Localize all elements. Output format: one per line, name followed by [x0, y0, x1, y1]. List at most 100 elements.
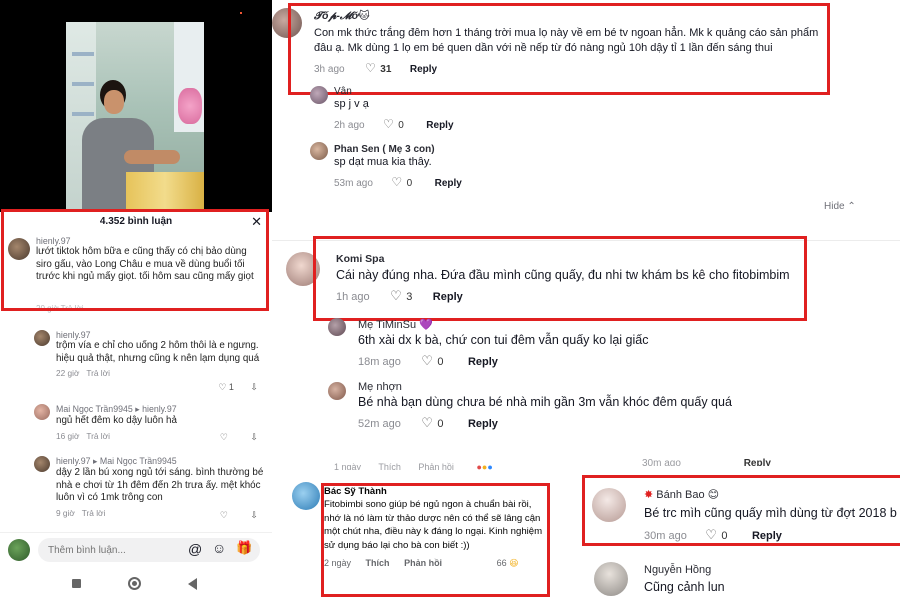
heart-icon[interactable]: ♡	[391, 175, 402, 189]
right-panel: 30m ago Reply ✸ Bánh Bao 😊 Bé trc mìh cũ…	[580, 458, 900, 600]
comment-item: 𝓣ố𝓹-𝓜ỡ🐱 Con mk thức trắng đêm hơn 1 thán…	[314, 10, 824, 77]
reply-button[interactable]: Reply	[468, 418, 498, 430]
comment-text: Cũng cảnh lun	[644, 580, 725, 594]
heart-icon[interactable]: ♡	[365, 61, 376, 75]
avatar	[272, 8, 302, 38]
comment-author[interactable]: Bác Sỹ Thành	[324, 486, 546, 497]
comment-time: 3h ago	[314, 64, 345, 75]
fb-partial-row: 1 ngày Thích Phản hồi ●●●	[334, 462, 493, 470]
partial-meta: 30m ago Reply	[642, 458, 771, 466]
comment-time: 53m ago	[334, 178, 373, 189]
recents-button[interactable]	[72, 579, 81, 588]
comment-count: 4.352 bình luận	[99, 216, 173, 227]
home-button[interactable]	[128, 577, 141, 590]
dislike-icon[interactable]: ⇩	[250, 432, 258, 442]
comment-text: dậy 2 lần bú xong ngủ tới sáng. bình thư…	[56, 467, 264, 503]
avatar	[328, 318, 346, 336]
avatar	[310, 142, 328, 160]
avatar	[8, 238, 30, 260]
comment-author[interactable]: Mẹ nhợn	[358, 381, 778, 393]
chevron-up-icon: ⌃	[847, 201, 856, 212]
comment-item: Mẹ TiMinSu 💜 6th xài dx k bà, chứ con tu…	[358, 318, 778, 370]
reply-button[interactable]: Reply	[426, 120, 453, 131]
comment-time: 52m ago	[358, 418, 401, 430]
comment-author[interactable]: Vân	[334, 86, 734, 97]
video-player[interactable]	[0, 0, 272, 212]
reply-button[interactable]: Trả lời	[86, 431, 110, 441]
reply-button[interactable]: Reply	[435, 178, 462, 189]
comment-item: ✸ Bánh Bao 😊 Bé trc mìh cũng quấy mìh dù…	[644, 488, 900, 544]
comment-time: 2h ago	[334, 120, 365, 131]
comment-text: ngủ hết đêm ko dậy luôn hả	[56, 415, 177, 426]
comment-time: 22 giờ	[56, 368, 80, 378]
like-count: 1	[228, 382, 234, 392]
comment-author[interactable]: ✸ Bánh Bao 😊	[644, 488, 900, 501]
mention-icon[interactable]: @	[188, 541, 202, 557]
comment-item: Phan Sen ( Mẹ 3 con) sp dạt mua kia thây…	[334, 144, 734, 191]
comment-item: hienly.97 trộm vía e chỉ cho uống 2 hôm …	[34, 330, 264, 392]
heart-icon[interactable]: ♡	[220, 432, 228, 442]
comment-time: 9 giờ	[56, 507, 75, 518]
heart-icon[interactable]: ♡	[390, 288, 402, 303]
comment-author: hienly.97 ▸ Mai Ngọc Trần9945	[56, 456, 177, 466]
comment-text: sp j v ạ	[334, 98, 369, 110]
hide-replies-button[interactable]: Hide ⌃	[824, 201, 856, 212]
comment-author[interactable]: hienly.97	[36, 236, 264, 246]
comment-text: Cái này đúng nha. Đứa đầu mình cũng quấy…	[336, 268, 790, 282]
comment-input[interactable]	[38, 538, 260, 562]
comment-author[interactable]: Nguyễn Hồng	[644, 564, 894, 576]
video-thumbnail	[66, 22, 204, 212]
gift-icon[interactable]: 🎁	[236, 540, 252, 556]
fb-comment-item: Bác Sỹ Thành Fitobimbi sono giúp bé ngủ …	[324, 486, 546, 569]
like-count: 0	[437, 356, 444, 368]
heart-icon[interactable]: ♡	[705, 527, 717, 542]
like-count: 0	[398, 120, 404, 131]
dislike-icon[interactable]: ⇩	[250, 510, 258, 520]
comment-item: hienly.97 ▸ Mai Ngọc Trần9945 dậy 2 lần …	[34, 456, 264, 520]
heart-icon[interactable]: ♡	[383, 117, 394, 131]
comment-sheet-header: 4.352 bình luận ✕	[0, 212, 272, 232]
divider	[272, 240, 900, 241]
like-button[interactable]: Thích	[366, 558, 390, 568]
dislike-icon[interactable]: ⇩	[250, 382, 258, 392]
comment-author[interactable]: Mẹ TiMinSu 💜	[358, 318, 778, 331]
comment-author[interactable]: Komi Spa	[336, 253, 796, 265]
red-dot	[240, 12, 242, 14]
avatar	[292, 482, 320, 510]
heart-icon[interactable]: ♡	[421, 353, 433, 368]
comment-author[interactable]: 𝓣ố𝓹-𝓜ỡ🐱	[314, 10, 824, 23]
comment-item: Mai Ngọc Trần9945 ▸ hienly.97 ngủ hết đê…	[34, 404, 264, 442]
comment-time: 30m ago	[644, 530, 687, 542]
reply-button[interactable]: Reply	[410, 64, 437, 75]
reply-button[interactable]: Reply	[468, 356, 498, 368]
comment-text: Con mk thức trắng đêm hơn 1 tháng trời m…	[314, 27, 819, 54]
heart-icon[interactable]: ♡	[220, 510, 228, 520]
comment-text: Fitobimbi sono giúp bé ngủ ngon à chuẩn …	[324, 499, 543, 551]
reply-button[interactable]: Reply	[433, 291, 463, 303]
comment-text: 6th xài dx k bà, chứ con tui đêm vẫn quấ…	[358, 333, 649, 347]
avatar	[34, 404, 50, 420]
emoji-icon[interactable]: ☺	[212, 540, 226, 556]
comment-author[interactable]: Phan Sen ( Mẹ 3 con)	[334, 144, 734, 155]
comment-meta-truncated: 20 giờ Trả lời	[36, 304, 84, 313]
comment-item: hienly.97 lướt tiktok hôm bữa e cũng thấ…	[8, 236, 264, 284]
comment-item: Nguyễn Hồng Cũng cảnh lun	[644, 564, 894, 594]
comment-text: lướt tiktok hôm bữa e cũng thấy có chị b…	[36, 246, 254, 282]
left-panel: 4.352 bình luận ✕ hienly.97 lướt tiktok …	[0, 0, 272, 600]
back-button[interactable]	[188, 578, 197, 590]
close-icon[interactable]: ✕	[251, 214, 262, 230]
comment-time: 16 giờ	[56, 430, 80, 441]
reply-button[interactable]: Phản hồi	[404, 558, 442, 568]
comment-text: Bé nhà bạn dùng chưa bé nhà mih gần 3m v…	[358, 395, 732, 409]
heart-icon[interactable]: ♡	[421, 415, 433, 430]
comment-time: 18m ago	[358, 356, 401, 368]
reply-button[interactable]: Trả lời	[86, 368, 110, 378]
like-count: 3	[406, 291, 413, 303]
heart-icon[interactable]: ♡	[218, 382, 226, 392]
reply-button[interactable]: Trả lời	[82, 508, 106, 518]
reply-button[interactable]: Reply	[752, 530, 782, 542]
comment-item: Vân sp j v ạ 2h ago ♡ 0 Reply	[334, 86, 734, 133]
comment-author[interactable]: hienly.97	[56, 330, 264, 340]
avatar	[310, 86, 328, 104]
comment-item: Mẹ nhợn Bé nhà bạn dùng chưa bé nhà mih …	[358, 381, 778, 432]
